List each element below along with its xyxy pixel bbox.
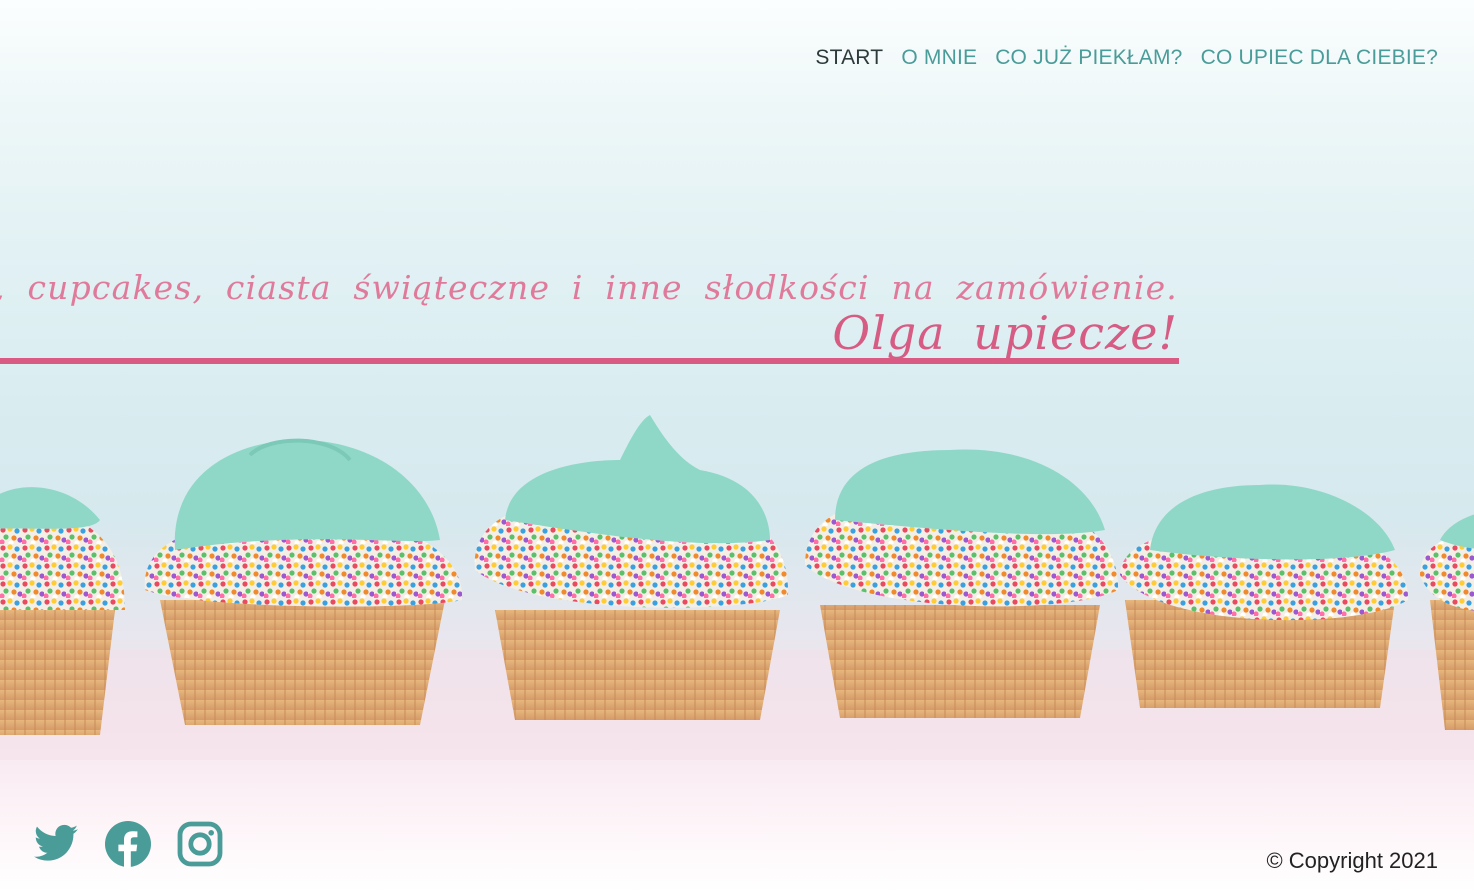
nav-item-start[interactable]: START — [815, 46, 883, 70]
twitter-icon[interactable] — [32, 820, 80, 868]
page: START O MNIE CO JUŻ PIEKŁAM? CO UPIEC DL… — [0, 0, 1474, 892]
main-nav: START O MNIE CO JUŻ PIEKŁAM? CO UPIEC DL… — [815, 46, 1438, 70]
hero-divider — [0, 358, 1179, 364]
nav-item-o-mnie[interactable]: O MNIE — [901, 46, 977, 70]
cupcakes-image — [0, 415, 1474, 760]
instagram-icon[interactable] — [176, 820, 224, 868]
copyright-text: © Copyright 2021 — [1266, 848, 1438, 873]
hero-title: Olga upiecze! — [832, 306, 1178, 360]
nav-item-co-upiec-dla-ciebie[interactable]: CO UPIEC DLA CIEBIE? — [1201, 46, 1438, 70]
nav-item-co-juz-pieklam[interactable]: CO JUŻ PIEKŁAM? — [995, 46, 1182, 70]
hero-tagline: Torty, ciastka, cupcakes, ciasta świątec… — [0, 268, 1178, 307]
facebook-icon[interactable] — [104, 820, 152, 868]
social-links — [32, 820, 224, 868]
